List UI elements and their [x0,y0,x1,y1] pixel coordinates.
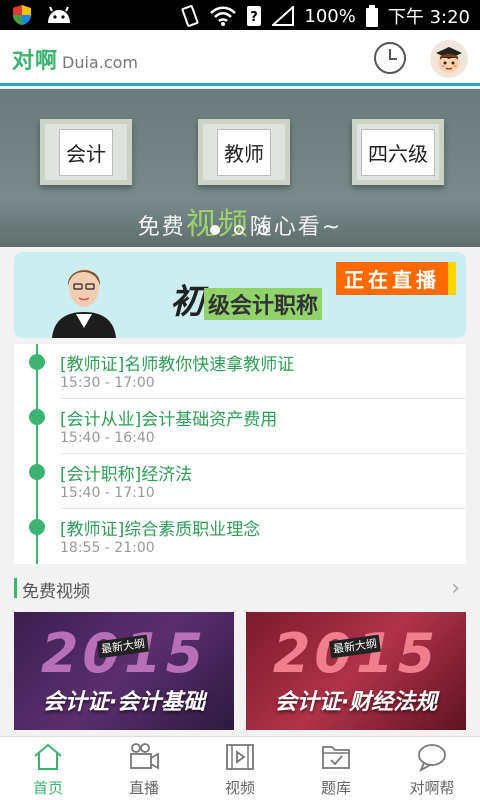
live-title-big: 初 [170,282,204,322]
card-course-title: 会计证·财经法规 [274,690,438,715]
schedule-item[interactable]: [教师证]综合素质职业理念 18:55 - 21:00 [14,509,466,564]
carousel-dots [210,225,268,235]
live-now-badge: 正在直播 [336,262,456,295]
timeline-dot [29,519,45,535]
category-label: 教师 [217,128,271,176]
timeline-dot [29,354,45,370]
tab-label: 首页 [32,779,63,797]
user-avatar[interactable] [430,40,468,78]
tab-videos[interactable]: 视频 [192,737,288,800]
video-card[interactable]: 2015 最新大纲 会计证·会计基础 [14,612,234,730]
tab-label: 对啊帮 [409,779,455,797]
section-accent-bar [14,578,17,598]
category-frame-cet[interactable]: 四六级 [352,119,444,185]
android-icon [48,6,70,23]
schedule-title: [教师证]名师教你快速拿教师证 [60,355,295,375]
carousel-dot[interactable] [234,225,244,235]
live-schedule-list: [教师证]名师教你快速拿教师证 15:30 - 17:00 [会计从业]会计基础… [14,344,466,564]
carousel-dot-active[interactable] [210,225,220,235]
live-title-rest: 级会计职称 [204,288,323,320]
status-bar: ? 100% 下午 3:20 [0,0,480,30]
free-videos-header[interactable]: 免费视频 › [14,574,466,604]
graduate-avatar-icon [436,47,462,73]
film-icon [226,744,254,770]
logo: 对啊 Duia.com [12,43,138,75]
slogan-prefix: 免费 [137,215,186,240]
tab-label: 直播 [128,779,159,797]
clock-time: 下午 3:20 [387,7,470,28]
category-frame-teacher[interactable]: 教师 [198,119,290,185]
battery-icon [365,5,378,27]
app-header: 对啊 Duia.com [0,30,480,86]
chat-bubble-icon [418,744,446,773]
battery-percent: 100% [304,5,356,27]
svg-text:?: ? [251,10,259,25]
notification-icon: ? [247,6,262,26]
schedule-item[interactable]: [会计职称]经济法 15:40 - 17:10 [14,454,466,509]
tab-question-bank[interactable]: 题库 [288,737,384,800]
category-label: 四六级 [361,128,435,176]
logo-text-en: Duia.com [62,53,138,72]
banner-carousel[interactable]: 会计 教师 四六级 免费视频随心看~ [0,89,480,247]
shield-icon [13,5,31,25]
schedule-item[interactable]: [会计从业]会计基础资产费用 15:40 - 16:40 [14,399,466,454]
live-course-banner[interactable]: 初 级会计职称 正在直播 [14,252,466,338]
category-label: 会计 [59,128,113,176]
vibrate-icon [181,5,199,27]
carousel-dot[interactable] [258,225,268,235]
banner-slogan: 免费视频随心看~ [0,199,480,243]
history-clock-icon[interactable] [374,42,406,74]
tab-duia-help[interactable]: 对啊帮 [384,737,480,800]
schedule-title: [会计从业]会计基础资产费用 [60,410,278,430]
schedule-time: 15:30 - 17:00 [60,375,155,391]
video-card[interactable]: 2015 最新大纲 会计证·财经法规 [246,612,466,730]
signal-icon [272,6,295,26]
schedule-item[interactable]: [教师证]名师教你快速拿教师证 15:30 - 17:00 [14,344,466,399]
live-course-title: 初 级会计职称 [170,274,323,323]
card-course-title: 会计证·会计基础 [42,690,206,715]
timeline-dot [29,409,45,425]
tab-home[interactable]: 首页 [0,737,96,800]
timeline-dot [29,464,45,480]
section-title: 免费视频 [22,582,90,602]
schedule-time: 15:40 - 16:40 [60,430,155,446]
folder-check-icon [322,746,350,769]
tab-label: 视频 [224,779,255,797]
tab-live[interactable]: 直播 [96,737,192,800]
schedule-time: 18:55 - 21:00 [60,540,155,556]
tab-label: 题库 [320,779,351,797]
logo-text-cn: 对啊 [12,49,59,74]
home-icon [34,743,62,770]
video-camera-icon [130,743,159,770]
schedule-title: [会计职称]经济法 [60,465,193,485]
wifi-icon [210,6,237,26]
schedule-title: [教师证]综合素质职业理念 [60,520,261,540]
teacher-photo [52,269,116,338]
schedule-time: 15:40 - 17:10 [60,485,155,501]
category-frame-accounting[interactable]: 会计 [40,119,132,185]
chevron-right-icon[interactable]: › [451,576,460,601]
bottom-tab-bar: 首页 直播 视频 题库 对啊帮 [0,736,480,800]
